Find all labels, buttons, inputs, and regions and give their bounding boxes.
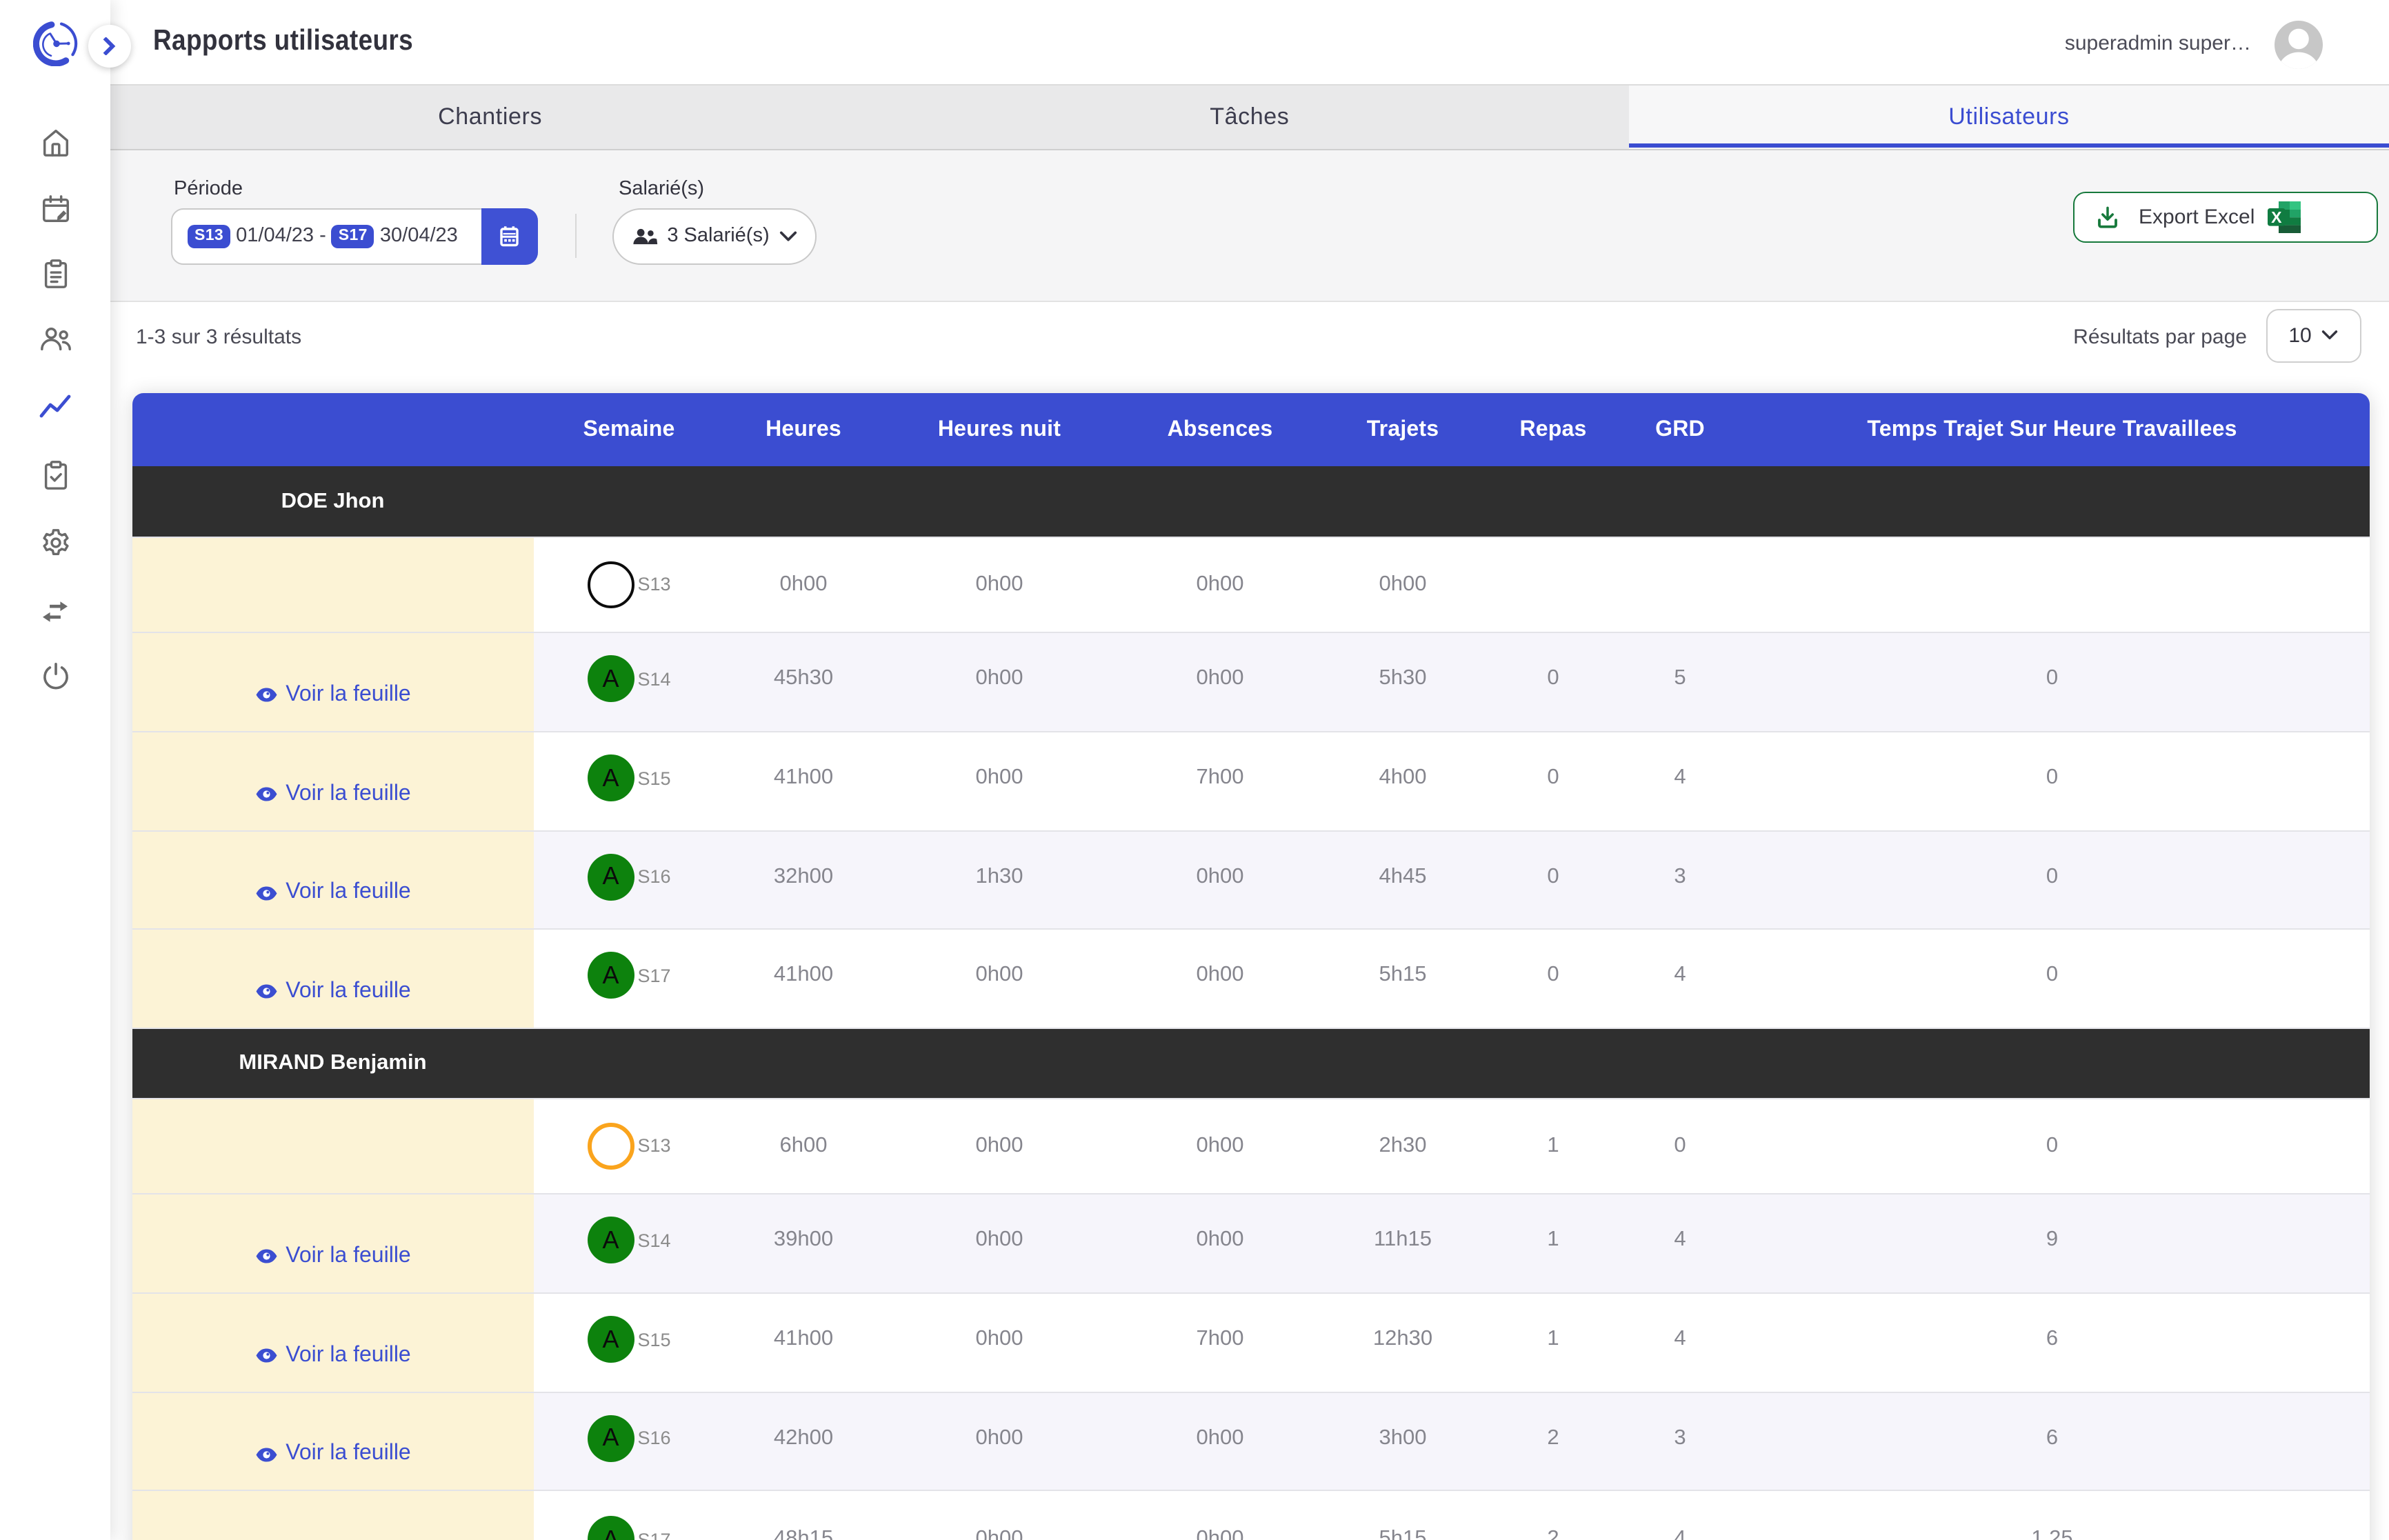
svg-text:X: X <box>2272 208 2283 226</box>
